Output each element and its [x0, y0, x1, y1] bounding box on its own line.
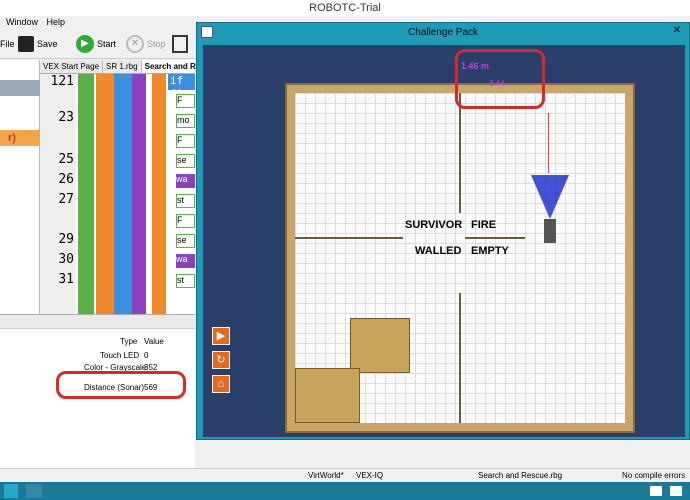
start-button[interactable]: ▶ Start	[76, 33, 116, 55]
block-stack: if () F mo F se wa st F se wa st	[168, 74, 195, 314]
editor-tabs: VEX Start Page SR 1.rbg Search and Rescu…	[40, 60, 223, 74]
arena-floor: SURVIVOR FIRE WALLED EMPTY	[295, 93, 625, 423]
stop-icon: ✕	[126, 35, 144, 53]
room-label-fire: FIRE	[471, 219, 497, 231]
line-number: 25	[58, 152, 74, 167]
prop-header-value: Value	[144, 337, 164, 346]
status-bar: VirtWorld* VEX-IQ Search and Rescue.rbg …	[0, 468, 690, 482]
app-title-bar: ROBOTC-Trial	[0, 0, 690, 16]
app-icon	[201, 26, 213, 38]
block-bar-blue	[114, 74, 132, 314]
stop-button[interactable]: ✕ Stop	[126, 33, 166, 55]
prop-value: 0	[144, 351, 149, 360]
exit-button[interactable]	[172, 33, 188, 55]
line-number: 30	[58, 252, 74, 267]
block-if[interactable]: if ()	[168, 74, 195, 100]
sim-title: Challenge Pack	[407, 27, 479, 38]
tab-vex-start[interactable]: VEX Start Page	[40, 60, 104, 73]
status-errors: No compile errors	[622, 471, 686, 480]
menu-bar: Window Help	[0, 16, 200, 29]
arena: SURVIVOR FIRE WALLED EMPTY	[285, 83, 635, 433]
status-file: Search and Rescue.rbg	[478, 471, 563, 480]
floppy-icon	[18, 36, 34, 52]
block-bar-green	[78, 74, 94, 314]
play-button[interactable]: ▶	[212, 327, 230, 345]
room-label-empty: EMPTY	[471, 245, 509, 257]
line-number: 121	[50, 74, 74, 89]
tray-icon[interactable]	[670, 486, 682, 496]
play-icon: ▶	[76, 35, 94, 53]
status-world: VirtWorld*	[308, 471, 344, 480]
home-button[interactable]: ⌂	[212, 375, 230, 393]
highlight-sonar	[56, 371, 186, 399]
crate-stack	[350, 318, 410, 373]
block-wait[interactable]: wa	[176, 174, 195, 188]
left-panel-item[interactable]	[0, 80, 40, 96]
code-editor[interactable]: 121 23 25 26 27 29 30 31 if () F mo F se…	[40, 74, 195, 314]
room-label-survivor: SURVIVOR	[405, 219, 463, 231]
left-panel: r)	[0, 60, 40, 314]
app-title: ROBOTC-Trial	[309, 2, 381, 14]
crate-stack	[295, 368, 360, 423]
line-number: 27	[58, 192, 74, 207]
line-number: 23	[58, 110, 74, 125]
taskbar-app-icon[interactable]	[26, 484, 42, 498]
sim-viewport: SURVIVOR FIRE WALLED EMPTY 1.46 m 3.44 ▶…	[203, 45, 685, 437]
status-platform: VEX-IQ	[356, 471, 384, 480]
tab-sr1[interactable]: SR 1.rbg	[103, 60, 142, 73]
prop-type: Touch LED	[100, 351, 140, 360]
menu-help[interactable]: Help	[47, 17, 66, 27]
block-wait[interactable]: wa	[176, 254, 195, 268]
prop-header-type: Type	[120, 337, 138, 346]
wall	[459, 93, 461, 213]
toolbar: File Save ▶ Start ✕ Stop	[0, 29, 200, 59]
simulator-window: Challenge Pack ✕ SURVIVOR FIRE WALLED EM…	[196, 22, 690, 440]
block[interactable]: F	[176, 134, 195, 148]
start-icon[interactable]	[4, 484, 18, 498]
close-icon[interactable]: ✕	[673, 25, 681, 36]
block-bar-orange	[96, 74, 114, 314]
robot-sonar-beam	[531, 175, 569, 243]
line-number: 29	[58, 232, 74, 247]
block[interactable]: se	[176, 154, 195, 168]
block-bar-purple	[132, 74, 146, 314]
menu-window[interactable]: Window	[6, 17, 38, 27]
tray-icon[interactable]	[650, 486, 662, 496]
taskbar	[0, 482, 690, 500]
room-label-walled: WALLED	[415, 245, 462, 257]
block[interactable]: F	[176, 214, 195, 228]
block-bar-orange-2	[152, 74, 166, 314]
block[interactable]: st	[176, 274, 195, 288]
left-panel-block[interactable]: r)	[0, 130, 40, 146]
wall	[465, 237, 525, 239]
wall	[295, 237, 403, 239]
file-button[interactable]: File	[0, 33, 15, 55]
highlight-readout	[455, 49, 545, 109]
exit-icon	[172, 35, 188, 53]
reset-button[interactable]: ↻	[212, 351, 230, 369]
props-header	[0, 315, 195, 329]
block[interactable]: st	[176, 194, 195, 208]
save-button[interactable]: Save	[18, 33, 58, 55]
wall	[459, 293, 461, 423]
sonar-ray	[548, 113, 549, 173]
block[interactable]: F	[176, 94, 195, 108]
line-number: 31	[58, 272, 74, 287]
block[interactable]: se	[176, 234, 195, 248]
line-number: 26	[58, 172, 74, 187]
block[interactable]: mo	[176, 114, 195, 128]
sensor-properties-panel: Type Value Touch LED 0 Color - Grayscale…	[0, 314, 195, 468]
